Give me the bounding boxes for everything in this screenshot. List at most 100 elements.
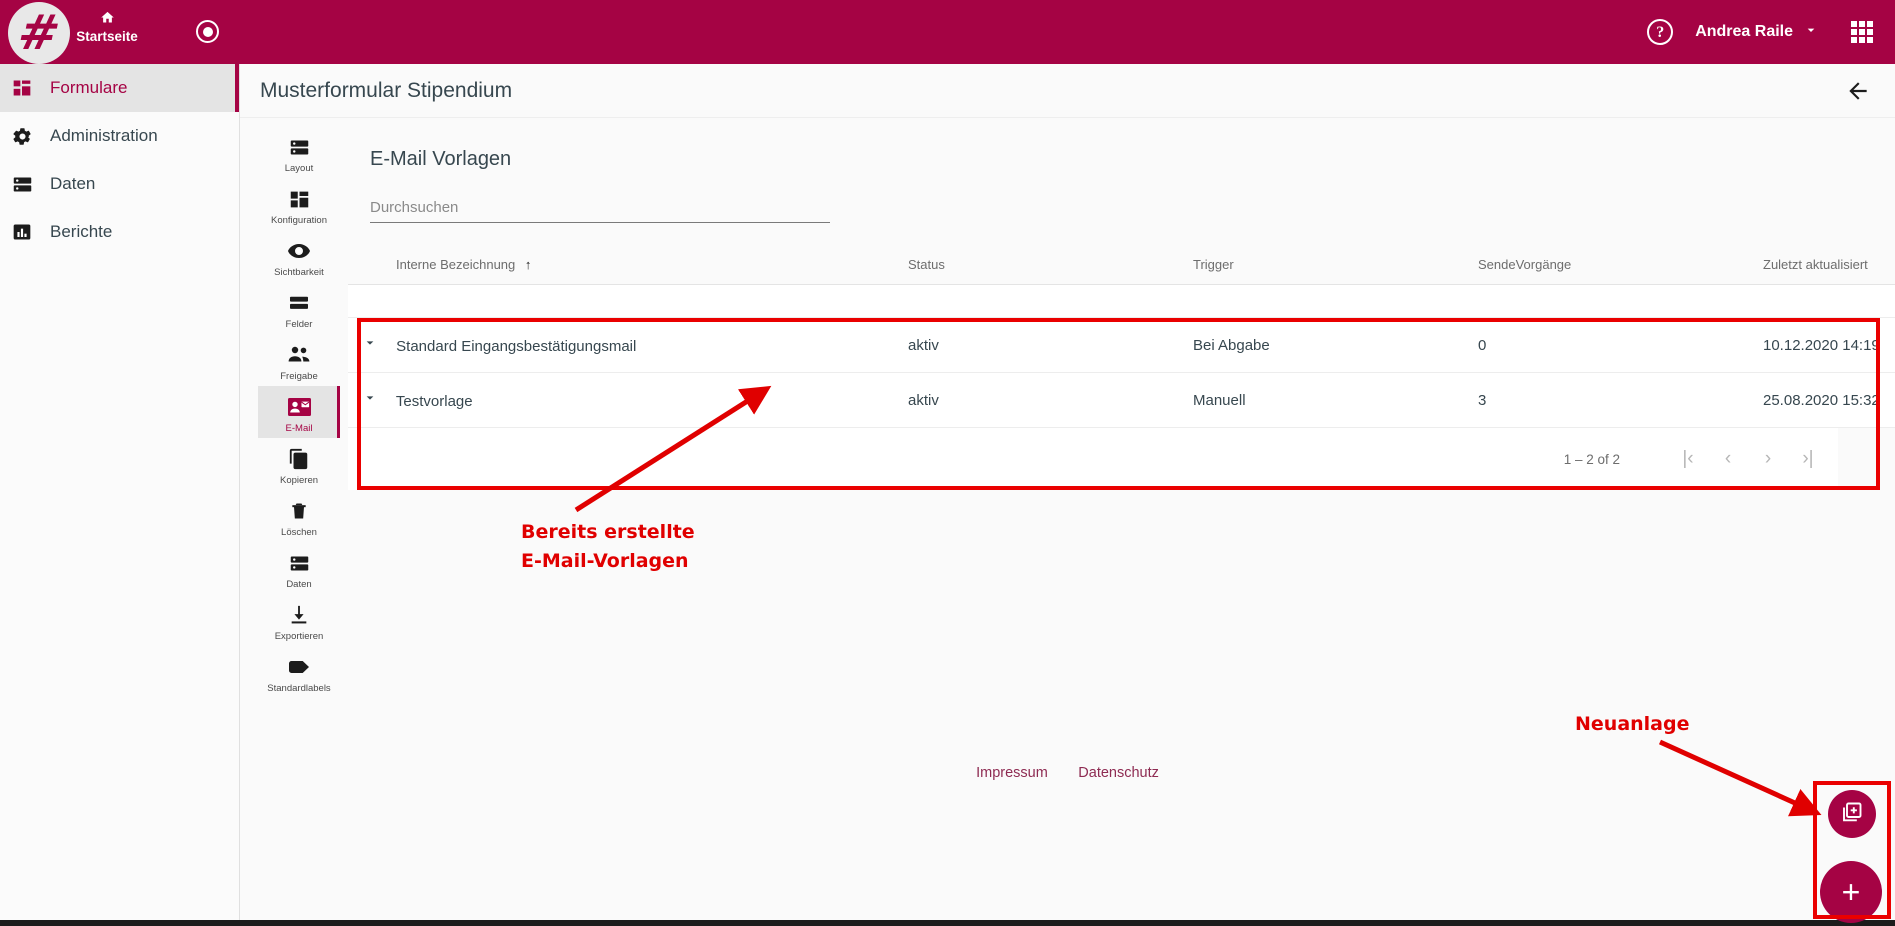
first-page-button[interactable]: |‹	[1668, 448, 1708, 470]
dashboard-icon	[12, 78, 46, 98]
rail-item-layout[interactable]: Layout	[258, 126, 340, 178]
add-to-library-icon	[1840, 800, 1864, 829]
template-name: Standard Eingangsbestätigungsmail	[396, 338, 637, 355]
column-header-name[interactable]: Interne Bezeichnung ↑	[348, 245, 908, 285]
server-icon	[258, 550, 340, 576]
chevron-down-icon[interactable]	[362, 335, 392, 355]
cell-status: aktiv	[908, 372, 1193, 428]
sidebar-item-label: Daten	[50, 174, 96, 193]
cell-updated: 10.12.2020 14:19	[1763, 317, 1895, 373]
people-icon	[258, 342, 340, 368]
cell-name: Testvorlage	[348, 372, 908, 428]
table-spacer-row	[348, 284, 1895, 318]
help-icon[interactable]: ?	[1647, 19, 1674, 45]
footer-link-impressum[interactable]: Impressum	[976, 765, 1048, 781]
rail-item-email[interactable]: E-Mail	[258, 386, 340, 438]
email-templates-card: E-Mail Vorlagen Interne Bezeichnung ↑ St…	[348, 126, 1895, 490]
home-button[interactable]: Startseite	[72, 10, 142, 45]
annotation-label-table: Bereits erstellte E-Mail-Vorlagen	[521, 518, 695, 576]
home-label: Startseite	[76, 29, 138, 44]
annotation-line-2: E-Mail-Vorlagen	[521, 550, 689, 572]
hash-logo-icon: #	[12, 5, 66, 61]
rail-item-label: Felder	[285, 319, 313, 330]
chevron-down-icon[interactable]	[362, 390, 392, 410]
sidebar-item-administration[interactable]: Administration	[0, 112, 239, 160]
server-icon	[12, 174, 46, 195]
column-label: Interne Bezeichnung	[396, 257, 516, 272]
sidebar-item-berichte[interactable]: Berichte	[0, 208, 239, 256]
column-header-updated[interactable]: Zuletzt aktualisiert	[1763, 245, 1895, 285]
chevron-down-icon[interactable]	[1803, 22, 1819, 43]
search-input[interactable]	[370, 197, 830, 223]
template-name: Testvorlage	[395, 393, 473, 410]
column-header-trigger[interactable]: Trigger	[1193, 245, 1478, 285]
rail-item-label: E-Mail	[285, 423, 313, 434]
sort-asc-icon: ↑	[524, 257, 532, 272]
add-template-fab[interactable]: +	[1820, 861, 1882, 923]
bottom-edge-strip	[0, 920, 1895, 926]
footer-links: Impressum Datenschutz	[240, 764, 1895, 782]
bar-chart-icon	[12, 222, 46, 242]
rail-item-label: Standardlabels	[267, 683, 331, 694]
rail-item-label: Freigabe	[280, 371, 318, 382]
rail-item-label: Exportieren	[274, 631, 324, 642]
rail-item-label: Löschen	[281, 527, 317, 538]
rail-item-standardlabels[interactable]: Standardlabels	[258, 646, 340, 698]
table-row[interactable]: Standard Eingangsbestätigungsmail aktiv …	[348, 317, 1895, 373]
rail-item-label: Sichtbarkeit	[274, 267, 324, 278]
page-title: Musterformular Stipendium	[260, 78, 513, 102]
duplicate-template-fab[interactable]	[1828, 790, 1876, 838]
cell-sends: 3	[1478, 372, 1763, 428]
cell-status: aktiv	[908, 317, 1193, 373]
column-header-status[interactable]: Status	[908, 245, 1193, 285]
table-row[interactable]: Testvorlage aktiv Manuell 3 25.08.2020 1…	[348, 372, 1895, 428]
annotation-line-1: Bereits erstellte	[521, 521, 695, 543]
next-page-button[interactable]: ›	[1748, 448, 1788, 470]
last-page-button[interactable]: ›|	[1788, 448, 1828, 470]
sidebar-item-daten[interactable]: Daten	[0, 160, 239, 208]
rail-item-daten[interactable]: Daten	[258, 542, 340, 594]
user-menu-name[interactable]: Andrea Raile	[1695, 23, 1793, 41]
cell-trigger: Bei Abgabe	[1193, 317, 1478, 373]
rail-item-loeschen[interactable]: Löschen	[258, 490, 340, 542]
app-logo[interactable]: #	[8, 2, 70, 64]
cell-sends: 0	[1478, 317, 1763, 373]
gear-icon	[12, 126, 46, 147]
tag-icon	[258, 654, 340, 680]
search-row	[348, 171, 1838, 223]
rail-item-freigabe[interactable]: Freigabe	[258, 334, 340, 386]
sidebar-item-formulare[interactable]: Formulare	[0, 64, 239, 112]
table-header-row: Interne Bezeichnung ↑ Status Trigger Sen…	[348, 245, 1895, 285]
rail-item-kopieren[interactable]: Kopieren	[258, 438, 340, 490]
pagination-range-label: 1 – 2 of 2	[1563, 451, 1620, 467]
trash-icon	[258, 498, 340, 524]
rail-item-sichtbarkeit[interactable]: Sichtbarkeit	[258, 230, 340, 282]
rail-item-konfiguration[interactable]: Konfiguration	[258, 178, 340, 230]
cell-updated: 25.08.2020 15:32	[1763, 372, 1895, 428]
page-header: Musterformular Stipendium	[240, 64, 1895, 118]
rail-item-felder[interactable]: Felder	[258, 282, 340, 334]
sidebar-item-label: Berichte	[50, 222, 113, 241]
topbar-right-cluster: ? Andrea Raile	[1647, 0, 1895, 64]
target-icon[interactable]	[196, 20, 219, 43]
rail-item-label: Layout	[284, 163, 314, 174]
main-content: Musterformular Stipendium Layout Konfigu…	[240, 64, 1895, 926]
sidebar-item-label: Administration	[50, 126, 158, 145]
previous-page-button[interactable]: ‹	[1708, 448, 1748, 470]
footer-link-datenschutz[interactable]: Datenschutz	[1078, 765, 1159, 781]
annotation-label-fab: Neuanlage	[1575, 713, 1690, 735]
main-sidebar: Formulare Administration Daten Berichte	[0, 64, 240, 926]
home-icon	[72, 10, 142, 29]
section-title: E-Mail Vorlagen	[370, 148, 512, 170]
logo-circle: #	[8, 2, 70, 64]
rows-icon	[258, 290, 340, 316]
arrow-left-icon[interactable]	[1843, 76, 1873, 106]
cell-name: Standard Eingangsbestätigungsmail	[348, 317, 908, 373]
column-header-sends[interactable]: SendeVorgänge	[1478, 245, 1763, 285]
contact-mail-icon	[258, 394, 340, 420]
rail-item-exportieren[interactable]: Exportieren	[258, 594, 340, 646]
apps-grid-icon[interactable]	[1851, 21, 1873, 43]
copy-icon	[258, 446, 340, 472]
eye-icon	[258, 238, 340, 264]
top-app-bar: # Startseite ? Andrea Raile	[0, 0, 1895, 64]
